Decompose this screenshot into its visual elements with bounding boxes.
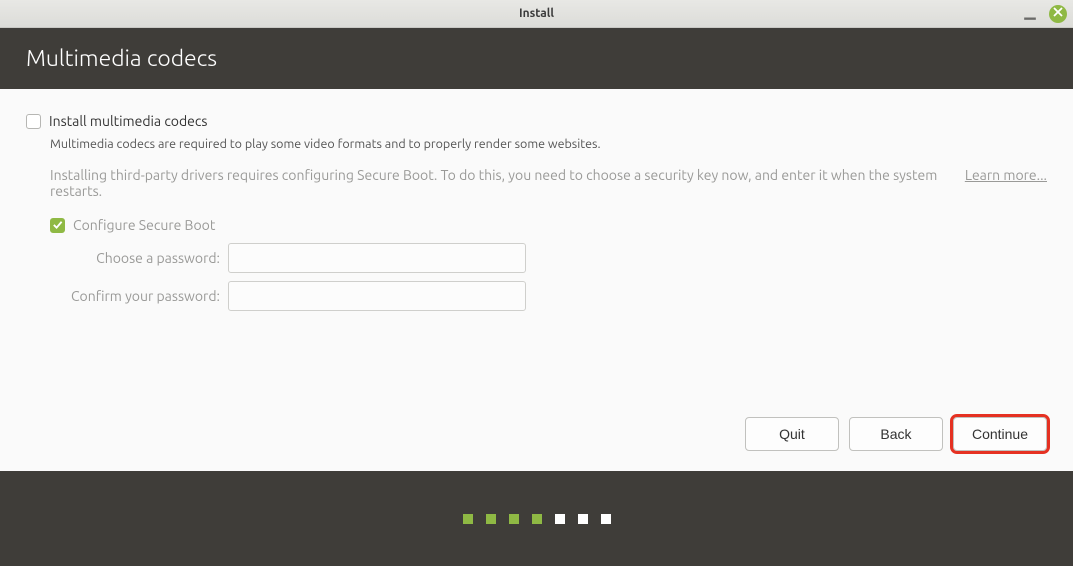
install-codecs-checkbox[interactable] [26,114,41,129]
close-button[interactable] [1049,5,1067,23]
page-header: Multimedia codecs [0,28,1073,89]
progress-dot [463,514,473,524]
progress-dot [532,514,542,524]
learn-more-link[interactable]: Learn more... [965,167,1047,183]
configure-secure-boot-checkbox[interactable] [50,218,65,233]
back-button[interactable]: Back [849,417,943,451]
secure-boot-notice: Installing third-party drivers requires … [50,167,947,199]
content-area: Install multimedia codecs Multimedia cod… [0,89,1073,471]
titlebar: Install [0,0,1073,28]
confirm-input[interactable] [228,281,526,311]
configure-secure-boot-row: Configure Secure Boot [50,217,1047,233]
secure-boot-group: Configure Secure Boot Choose a password:… [50,217,1047,311]
window-title: Install [519,7,554,20]
quit-button[interactable]: Quit [745,417,839,451]
page-title: Multimedia codecs [26,46,217,71]
progress-footer [0,471,1073,566]
progress-dot [509,514,519,524]
install-codecs-description: Multimedia codecs are required to play s… [50,137,1047,151]
progress-dot [601,514,611,524]
check-icon [52,217,63,233]
progress-dot [578,514,588,524]
password-row: Choose a password: [50,243,1047,273]
progress-dot [486,514,496,524]
secure-boot-notice-row: Installing third-party drivers requires … [50,167,1047,199]
close-icon [1053,7,1063,20]
configure-secure-boot-label: Configure Secure Boot [73,217,215,233]
password-input[interactable] [228,243,526,273]
nav-buttons: Quit Back Continue [745,417,1047,451]
password-label: Choose a password: [50,250,220,266]
continue-button[interactable]: Continue [953,417,1047,451]
install-codecs-row: Install multimedia codecs [26,113,1047,129]
progress-dot [555,514,565,524]
confirm-label: Confirm your password: [50,288,220,304]
install-codecs-label: Install multimedia codecs [49,113,207,129]
minimize-button[interactable] [1023,7,1037,21]
confirm-row: Confirm your password: [50,281,1047,311]
